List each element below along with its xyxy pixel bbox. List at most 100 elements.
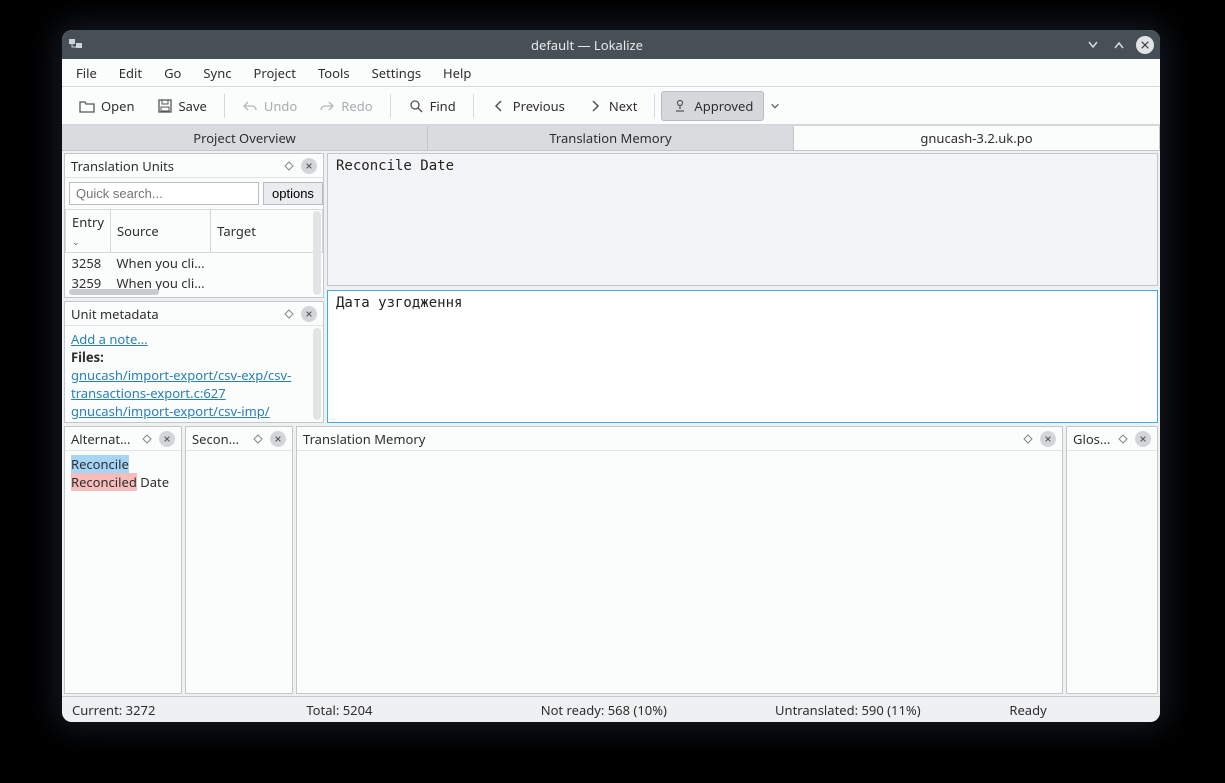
panel-close-button[interactable] <box>1040 431 1056 447</box>
sort-icon: ⌄ <box>72 235 80 248</box>
folder-open-icon <box>79 98 95 114</box>
panel-float-button[interactable] <box>139 431 155 447</box>
close-button[interactable] <box>1136 36 1154 54</box>
col-source[interactable]: Source <box>110 210 210 253</box>
panel-header: Glos... <box>1067 427 1157 451</box>
tab-translation-memory[interactable]: Translation Memory <box>428 126 794 150</box>
panel-float-button[interactable] <box>1020 431 1036 447</box>
main-area: Translation Units options Entry ⌄ Source… <box>62 151 1160 696</box>
toolbar-separator <box>654 94 655 118</box>
panel-title: Glos... <box>1073 430 1111 448</box>
scrollbar[interactable] <box>313 328 321 420</box>
redo-button[interactable]: Redo <box>308 91 383 121</box>
window-controls <box>1084 36 1154 54</box>
approved-dropdown[interactable] <box>764 92 786 120</box>
menu-sync[interactable]: Sync <box>193 60 241 86</box>
maximize-button[interactable] <box>1110 36 1128 54</box>
panel-header: Secon... <box>186 427 292 451</box>
previous-button[interactable]: Previous <box>480 91 576 121</box>
status-not-ready: Not ready: 568 (10%) <box>541 701 775 719</box>
search-options-button[interactable]: options <box>263 182 323 205</box>
h-scrollbar[interactable] <box>69 289 159 295</box>
unit-metadata-panel: Unit metadata Add a note... Files: gnuca… <box>64 301 324 423</box>
tabbar: Project Overview Translation Memory gnuc… <box>62 125 1160 151</box>
metadata-body: Add a note... Files: gnucash/import-expo… <box>65 326 323 422</box>
save-button[interactable]: Save <box>146 91 218 121</box>
quick-search-input[interactable] <box>69 182 259 205</box>
app-window: default — Lokalize File Edit Go Sync Pro… <box>62 30 1160 722</box>
file-link[interactable]: gnucash/import-export/csv-exp/csv-transa… <box>71 366 291 402</box>
toolbar-separator <box>473 94 474 118</box>
add-note-link[interactable]: Add a note... <box>71 330 148 348</box>
search-row: options <box>65 178 323 209</box>
undo-button[interactable]: Undo <box>231 91 308 121</box>
toolbar: Open Save Undo Redo Find Previous Next <box>62 87 1160 125</box>
open-button[interactable]: Open <box>68 91 146 121</box>
approved-label: Approved <box>694 97 753 115</box>
panel-title: Translation Memory <box>303 430 1016 448</box>
approved-button[interactable]: Approved <box>661 91 764 121</box>
panel-close-button[interactable] <box>301 306 317 322</box>
toolbar-separator <box>390 94 391 118</box>
panel-close-button[interactable] <box>301 158 317 174</box>
undo-icon <box>242 98 258 114</box>
open-label: Open <box>101 97 135 115</box>
next-button[interactable]: Next <box>576 91 649 121</box>
file-link[interactable]: gnucash/import-export/csv-imp/ <box>71 402 270 420</box>
stamp-icon <box>672 98 688 114</box>
panel-header: Alternat... <box>65 427 181 451</box>
panel-title: Translation Units <box>71 157 277 175</box>
titlebar: default — Lokalize <box>62 30 1160 59</box>
window-title: default — Lokalize <box>90 36 1084 54</box>
menu-tools[interactable]: Tools <box>308 60 360 86</box>
diff-removed: Reconciled <box>71 473 137 491</box>
app-icon <box>68 37 84 53</box>
diff-added: Reconcile <box>71 455 129 473</box>
alternate-translations-panel: Alternat... Reconcile Reconciled Date <box>64 426 182 694</box>
previous-label: Previous <box>513 97 565 115</box>
translation-units-panel: Translation Units options Entry ⌄ Source… <box>64 153 324 298</box>
panel-float-button[interactable] <box>281 158 297 174</box>
panel-float-button[interactable] <box>281 306 297 322</box>
undo-label: Undo <box>264 97 297 115</box>
secondary-body <box>186 451 292 693</box>
chevron-right-icon <box>587 98 603 114</box>
source-text-box: Reconcile Date <box>327 153 1158 286</box>
redo-icon <box>319 98 335 114</box>
find-button[interactable]: Find <box>397 91 467 121</box>
panel-title: Secon... <box>192 430 246 448</box>
panel-header: Translation Units <box>65 154 323 178</box>
panel-close-button[interactable] <box>270 431 286 447</box>
glossary-panel: Glos... <box>1066 426 1158 694</box>
search-icon <box>408 98 424 114</box>
alternate-body: Reconcile Reconciled Date <box>65 451 181 693</box>
menu-go[interactable]: Go <box>154 60 191 86</box>
status-total: Total: 5204 <box>306 701 540 719</box>
panel-float-button[interactable] <box>1115 431 1131 447</box>
panel-close-button[interactable] <box>159 431 175 447</box>
diff-text: Date <box>137 473 169 491</box>
table-row[interactable]: 3258 When you cli... <box>66 253 323 274</box>
panel-float-button[interactable] <box>250 431 266 447</box>
status-ready: Ready <box>1009 701 1150 719</box>
menu-project[interactable]: Project <box>243 60 305 86</box>
minimize-button[interactable] <box>1084 36 1102 54</box>
panel-close-button[interactable] <box>1135 431 1151 447</box>
menu-settings[interactable]: Settings <box>362 60 431 86</box>
scrollbar[interactable] <box>313 211 321 295</box>
panel-title: Unit metadata <box>71 305 277 323</box>
col-entry[interactable]: Entry ⌄ <box>66 210 111 253</box>
secondary-sync-panel: Secon... <box>185 426 293 694</box>
menu-edit[interactable]: Edit <box>109 60 152 86</box>
menu-help[interactable]: Help <box>433 60 481 86</box>
menu-file[interactable]: File <box>66 60 107 86</box>
left-column: Translation Units options Entry ⌄ Source… <box>64 153 324 423</box>
tab-project-overview[interactable]: Project Overview <box>62 126 428 150</box>
find-label: Find <box>430 97 456 115</box>
units-table: Entry ⌄ Source Target 3258 When you cli.… <box>65 209 323 293</box>
save-label: Save <box>179 97 207 115</box>
col-target[interactable]: Target <box>211 210 323 253</box>
tab-file[interactable]: gnucash-3.2.uk.po <box>794 126 1160 150</box>
tm-body <box>297 451 1062 693</box>
target-text-box[interactable]: Дата узгодження <box>327 290 1158 423</box>
